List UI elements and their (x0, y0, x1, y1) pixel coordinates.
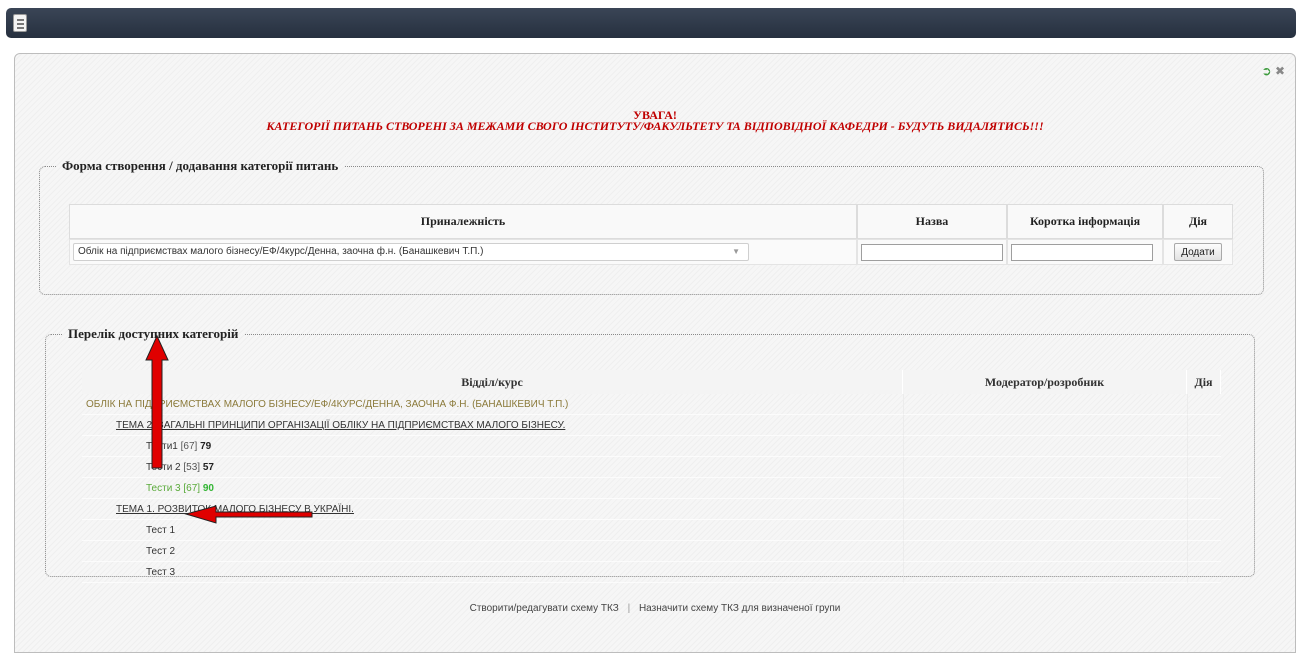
header-moderator: Модератор/розробник (903, 370, 1187, 394)
refresh-icon[interactable]: ➲ (1262, 64, 1272, 78)
category-table: Відділ/курс Модератор/розробник Дія ОБЛІ… (82, 370, 1221, 583)
warning-banner: УВАГА! КАТЕГОРІЇ ПИТАНЬ СТВОРЕНІ ЗА МЕЖА… (15, 109, 1295, 133)
table-row: Тест 1 (82, 520, 1221, 541)
info-cell (1007, 239, 1163, 265)
test-count: [53] (183, 461, 201, 473)
test-score: 79 (200, 440, 212, 452)
header-action: Дія (1163, 204, 1233, 239)
affiliation-select[interactable]: Облік на підприємствах малого бізнесу/ЕФ… (73, 243, 749, 261)
category-list-legend: Перелік доступних категорій (68, 326, 239, 341)
topic-link[interactable]: ТЕМА 1. РОЗВИТОК МАЛОГО БІЗНЕСУ В УКРАЇН… (82, 499, 903, 520)
close-icon[interactable]: ✖ (1275, 64, 1285, 78)
footer-separator: | (627, 603, 631, 614)
footer-links: Створити/редагувати схему ТКЗ | Назначит… (15, 603, 1295, 614)
table-row: ТЕМА 1. РОЗВИТОК МАЛОГО БІЗНЕСУ В УКРАЇН… (82, 499, 1221, 520)
table-row: ТЕМА 2. ЗАГАЛЬНІ ПРИНЦИПИ ОРГАНІЗАЦІЇ ОБ… (82, 415, 1221, 436)
create-category-form: Форма створення / додавання категорії пи… (39, 158, 1264, 295)
header-affiliation: Приналежність (69, 204, 857, 239)
test-count: [67] (183, 482, 201, 494)
main-panel: ➲ ✖ УВАГА! КАТЕГОРІЇ ПИТАНЬ СТВОРЕНІ ЗА … (14, 53, 1296, 653)
test-item[interactable]: Тест 1 (82, 520, 903, 541)
edit-scheme-link[interactable]: Створити/редагувати схему ТКЗ (470, 603, 619, 614)
header-short-info: Коротка інформація (1007, 204, 1163, 239)
category-name-input[interactable] (861, 243, 1003, 261)
category-list: Перелік доступних категорій Відділ/курс … (45, 326, 1255, 583)
header-name: Назва (857, 204, 1007, 239)
short-info-input[interactable] (1011, 243, 1153, 261)
top-bar (6, 8, 1296, 38)
window-controls: ➲ ✖ (1262, 64, 1285, 78)
test-item[interactable]: Тест 2 (82, 541, 903, 562)
topic-link[interactable]: ТЕМА 2. ЗАГАЛЬНІ ПРИНЦИПИ ОРГАНІЗАЦІЇ ОБ… (82, 415, 903, 436)
table-row: Тест 2 (82, 541, 1221, 562)
table-row: ОБЛІК НА ПІДПРИЄМСТВАХ МАЛОГО БІЗНЕСУ/ЕФ… (82, 394, 1221, 415)
test-name: Тести 3 (146, 482, 181, 494)
warning-text: КАТЕГОРІЇ ПИТАНЬ СТВОРЕНІ ЗА МЕЖАМИ СВОГ… (266, 119, 1044, 133)
header-department: Відділ/курс (82, 370, 903, 394)
table-row: Тести 3 [67] 90 (82, 478, 1221, 499)
table-row: Тест 3 (82, 562, 1221, 583)
create-form-legend: Форма створення / додавання категорії пи… (62, 158, 339, 173)
table-row: Тести1 [67] 79 (82, 436, 1221, 457)
create-form-table: Приналежність Назва Коротка інформація Д… (69, 204, 1233, 265)
test-item[interactable]: Тест 3 (82, 562, 903, 583)
action-cell: Додати (1163, 239, 1233, 265)
test-score: 90 (202, 482, 214, 494)
test-score: 57 (202, 461, 214, 473)
table-row: Тести 2 [53] 57 (82, 457, 1221, 478)
test-name: Тести 2 (146, 461, 181, 473)
assign-scheme-link[interactable]: Назначити схему ТКЗ для визначеної групи (639, 603, 840, 614)
menu-icon[interactable] (13, 14, 27, 32)
test-name: Тести1 (146, 440, 178, 452)
affiliation-selected-value: Облік на підприємствах малого бізнесу/ЕФ… (78, 246, 484, 257)
chevron-down-icon: ▼ (732, 247, 740, 256)
department-row[interactable]: ОБЛІК НА ПІДПРИЄМСТВАХ МАЛОГО БІЗНЕСУ/ЕФ… (82, 394, 903, 415)
affiliation-cell: Облік на підприємствах малого бізнесу/ЕФ… (69, 239, 857, 265)
test-item[interactable]: Тести 3 [67] 90 (82, 478, 903, 499)
test-item[interactable]: Тести1 [67] 79 (82, 436, 903, 457)
test-count: [67] (180, 440, 198, 452)
name-cell (857, 239, 1007, 265)
header-list-action: Дія (1187, 370, 1221, 394)
test-item[interactable]: Тести 2 [53] 57 (82, 457, 903, 478)
add-button[interactable]: Додати (1174, 243, 1222, 261)
